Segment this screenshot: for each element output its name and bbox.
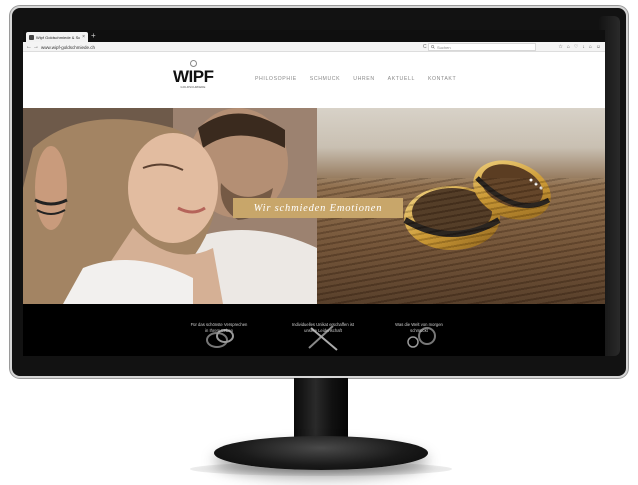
address-bar[interactable]: www.wipf-goldschmiede.ch — [41, 43, 441, 51]
screen: Wipf Goldschmiede & Sc... × + ← → www.wi… — [23, 30, 605, 356]
promo-text-line2: in Ihrem Leben — [205, 328, 233, 333]
hero-slogan: Wir schmieden Emotionen — [253, 202, 383, 214]
search-input[interactable]: Suchen — [428, 43, 536, 51]
nav-item-schmuck[interactable]: SCHMUCK — [310, 76, 340, 82]
toolbar-icons: ☆ ⌂ ♡ ↓ ⌂ ☺ — [558, 42, 601, 52]
promo-strip: Für das schönste Versprechen in Ihrem Le… — [23, 304, 605, 356]
logo-wordmark: WIPF — [173, 67, 214, 86]
promo-item-unikat[interactable]: Individuelles Unikat erschaffen ist unse… — [281, 322, 365, 352]
main-navigation: PHILOSOPHIE SCHMUCK UHREN AKTUELL KONTAK… — [255, 76, 456, 82]
back-button[interactable]: ← — [26, 43, 32, 51]
browser-toolbar: ← → www.wipf-goldschmiede.ch C Suchen ☆ … — [23, 42, 605, 52]
promo-text-line2: unsere Leidenschaft — [304, 328, 342, 333]
account-icon[interactable]: ☺ — [596, 44, 601, 50]
reload-button[interactable]: C — [423, 43, 427, 51]
nav-item-kontakt[interactable]: KONTAKT — [428, 76, 456, 82]
monitor-stand-base — [214, 436, 428, 470]
favicon-icon — [29, 34, 34, 40]
hero-slogan-box: Wir schmieden Emotionen — [233, 198, 403, 218]
new-tab-button[interactable]: + — [91, 31, 96, 41]
close-icon[interactable]: × — [82, 34, 85, 40]
search-placeholder: Suchen — [437, 44, 451, 50]
download-icon[interactable]: ↓ — [582, 44, 585, 50]
wood-texture — [317, 178, 605, 304]
site-logo[interactable]: WIPF GOLDSCHMIEDE — [173, 60, 214, 89]
library-icon[interactable]: ⌂ — [567, 44, 570, 50]
browser-tabbar: Wipf Goldschmiede & Sc... × + — [23, 30, 605, 42]
hero-banner: Wir schmieden Emotionen — [23, 108, 605, 304]
nav-item-philosophie[interactable]: PHILOSOPHIE — [255, 76, 297, 82]
forward-button[interactable]: → — [33, 43, 39, 51]
search-icon — [431, 45, 435, 49]
monitor-stand-neck — [294, 378, 348, 442]
promo-text-line2: schmückt — [410, 328, 428, 333]
nav-item-aktuell[interactable]: AKTUELL — [388, 76, 415, 82]
home-icon[interactable]: ⌂ — [589, 44, 592, 50]
browser-tab[interactable]: Wipf Goldschmiede & Sc... × — [26, 32, 88, 42]
monitor-frame: Wipf Goldschmiede & Sc... × + ← → www.wi… — [10, 6, 628, 378]
tab-title: Wipf Goldschmiede & Sc... — [36, 34, 81, 40]
site-header: WIPF GOLDSCHMIEDE PHILOSOPHIE SCHMUCK UH… — [23, 52, 605, 108]
pocket-icon[interactable]: ♡ — [574, 44, 578, 50]
promo-item-world[interactable]: Was die Welt von morgen schmückt — [377, 322, 461, 352]
nav-item-uhren[interactable]: UHREN — [353, 76, 374, 82]
bookmark-star-icon[interactable]: ☆ — [558, 44, 562, 50]
url-text: www.wipf-goldschmiede.ch — [41, 44, 96, 50]
promo-item-rings[interactable]: Für das schönste Versprechen in Ihrem Le… — [177, 322, 261, 352]
logo-ring-icon — [189, 60, 197, 67]
